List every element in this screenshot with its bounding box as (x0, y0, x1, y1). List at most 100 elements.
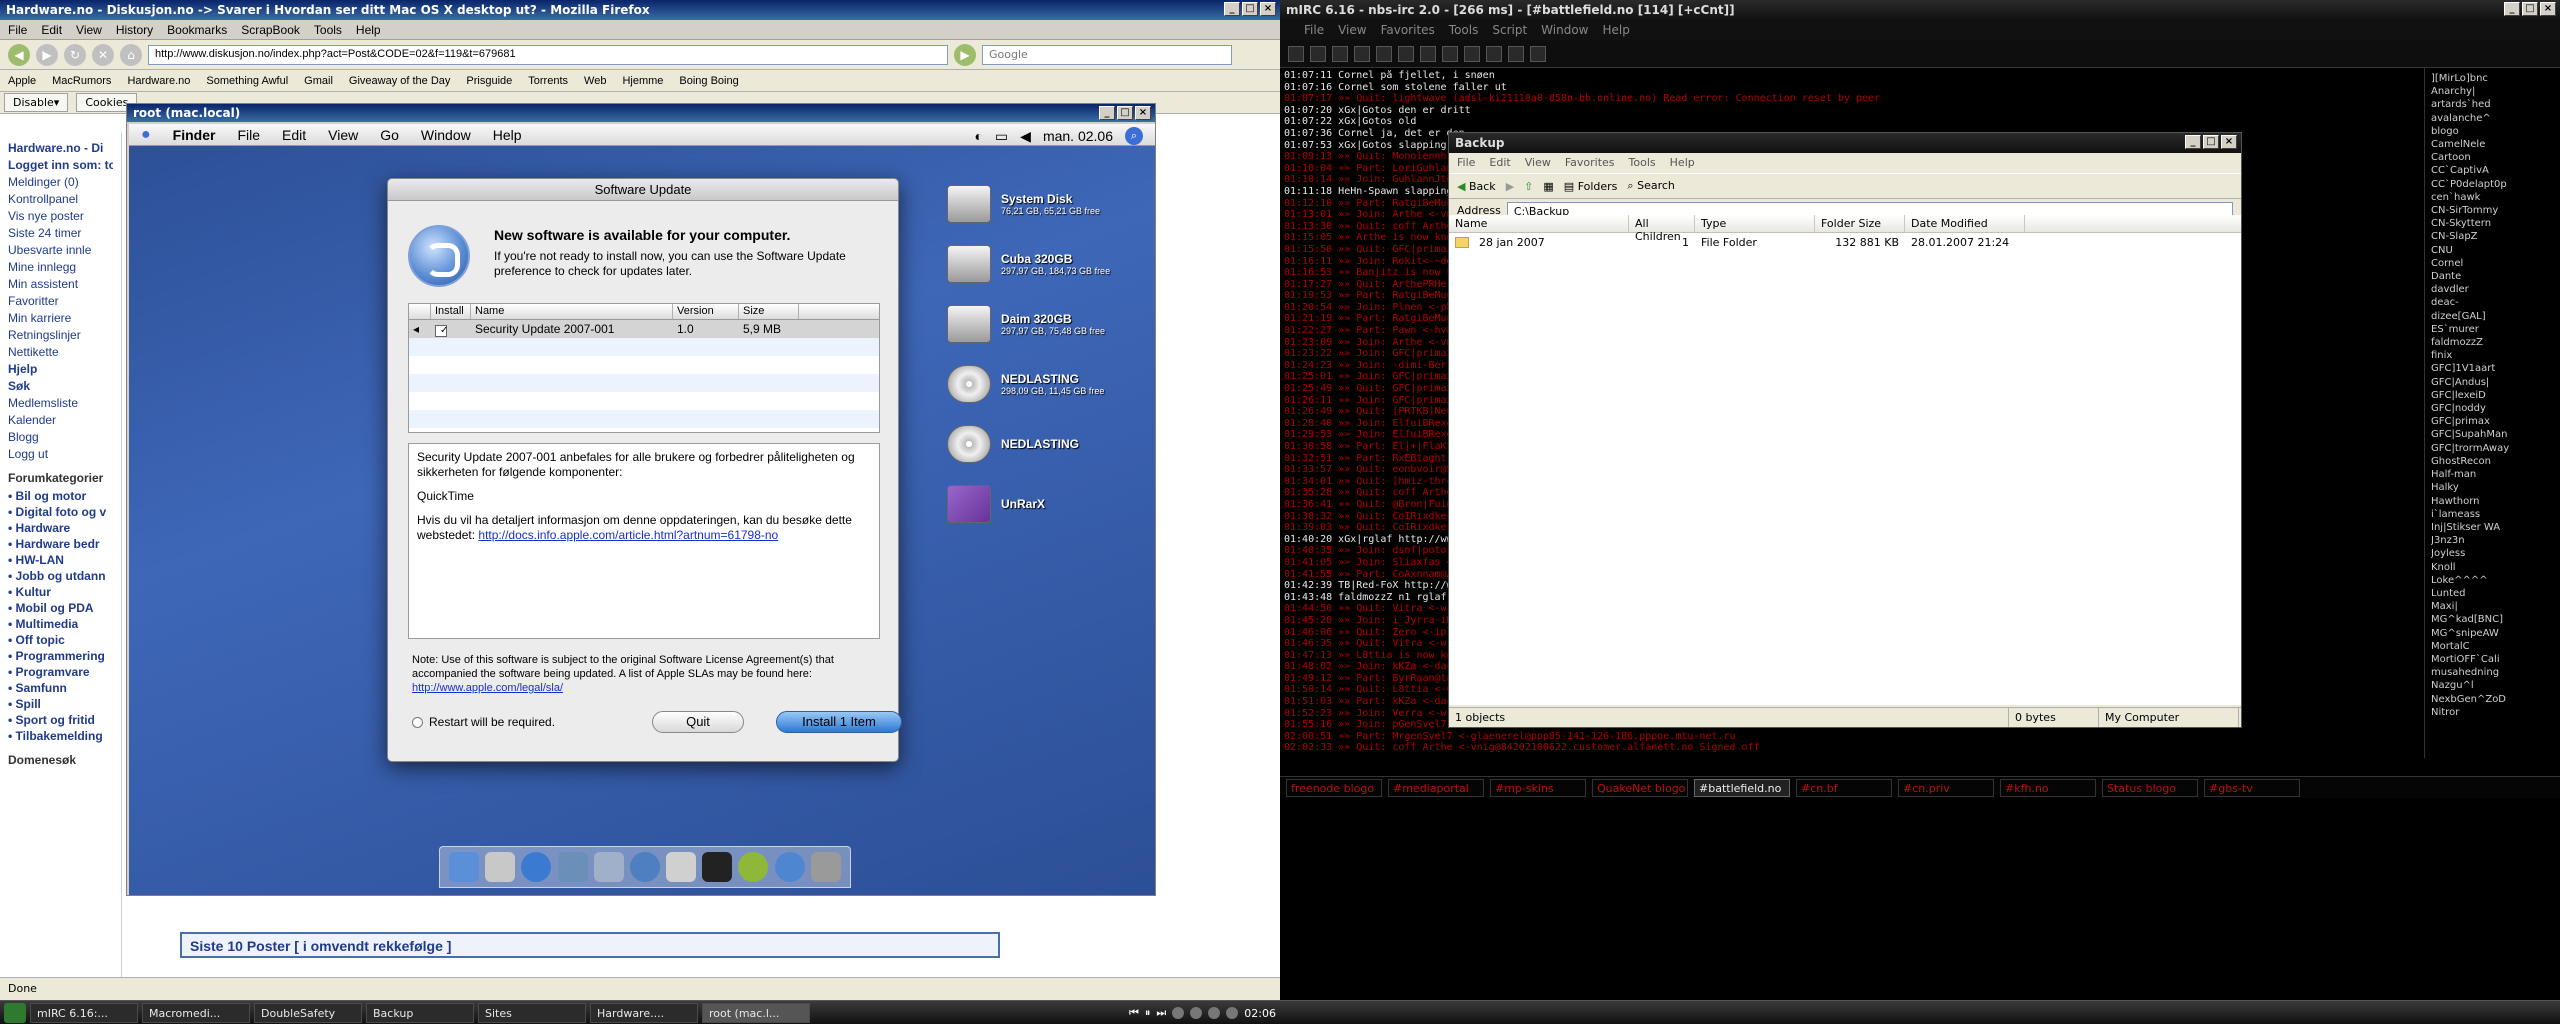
install-checkbox[interactable]: ✓ (435, 324, 448, 337)
start-button[interactable] (4, 1002, 26, 1023)
col-size[interactable]: Size (739, 304, 799, 319)
apple-icon[interactable]: ● (141, 126, 151, 144)
minimize-button[interactable]: _ (2185, 135, 2201, 149)
up-folder-icon[interactable]: ⇧ (1524, 180, 1533, 193)
nick-item[interactable]: Dante (2431, 270, 2554, 283)
search-button[interactable]: ⌕ Search (1627, 179, 1674, 193)
menu-file[interactable]: File (8, 23, 27, 37)
col-type[interactable]: Type (1695, 215, 1815, 232)
tray-icon[interactable] (1190, 1007, 1203, 1019)
menu-help[interactable]: Help (356, 23, 381, 37)
media-prev-icon[interactable]: ⏮ (1129, 1006, 1139, 1020)
vnc-title-bar[interactable]: root (mac.local) _ □ × (127, 104, 1155, 122)
nick-item[interactable]: MG^snipeAW (2431, 627, 2554, 640)
nick-item[interactable]: CC`CaptivA (2431, 164, 2554, 177)
category-item[interactable]: • Jobb og utdann (8, 569, 113, 583)
nick-item[interactable]: musahedning (2431, 666, 2554, 679)
nick-item[interactable]: MortiOFF`Cali (2431, 653, 2554, 666)
switchbar-tab[interactable]: #gbs-tv (2204, 778, 2300, 797)
nick-item[interactable]: CN-SlapZ (2431, 230, 2554, 243)
nick-item[interactable]: faldmozzZ (2431, 336, 2554, 349)
nick-item[interactable]: Anarchy| (2431, 85, 2554, 98)
menu-view[interactable]: View (1338, 23, 1366, 37)
nick-item[interactable]: Hawthorn (2431, 495, 2554, 508)
connect-icon[interactable] (1288, 45, 1304, 62)
menu-tools[interactable]: Tools (1629, 156, 1656, 170)
link-new-posts[interactable]: Vis nye poster (8, 209, 113, 223)
switchbar-tab[interactable]: #kfh.no (2000, 778, 2096, 797)
nick-item[interactable]: Half-man (2431, 468, 2554, 481)
taskbar-button[interactable]: Hardware.... (590, 1002, 698, 1023)
nick-item[interactable]: CamelNele (2431, 138, 2554, 151)
itunes-icon[interactable] (593, 852, 624, 882)
close-button[interactable]: × (2221, 135, 2237, 149)
dashboard-icon[interactable] (485, 852, 516, 882)
taskbar-button[interactable]: Macromedi... (142, 1002, 250, 1023)
nick-item[interactable]: CN-Skyttern (2431, 217, 2554, 230)
trash-icon[interactable] (810, 852, 841, 882)
nick-item[interactable]: NexbGen^ZoD (2431, 693, 2554, 706)
col-install[interactable]: Install (431, 304, 471, 319)
minimize-button[interactable]: _ (1224, 2, 1240, 16)
bookmark-prisguide[interactable]: Prisguide (466, 75, 512, 87)
nick-item[interactable]: Nitror (2431, 706, 2554, 719)
nick-item[interactable]: davdler (2431, 283, 2554, 296)
folders-button[interactable]: ▤ Folders (1564, 180, 1618, 193)
mirc-title-bar[interactable]: mIRC 6.16 - nbs-irc 2.0 - [266 ms] - [#b… (1280, 0, 2560, 20)
nick-item[interactable]: Maxi| (2431, 600, 2554, 613)
category-item[interactable]: • Digital foto og v (8, 505, 113, 519)
nick-item[interactable]: Inj|Stikser WA (2431, 521, 2554, 534)
reload-icon[interactable]: ↻ (64, 43, 86, 66)
about-icon[interactable] (1530, 45, 1546, 62)
link-favorites[interactable]: Favoritter (8, 294, 113, 308)
category-item[interactable]: • Spill (8, 697, 113, 711)
category-item[interactable]: • Off topic (8, 633, 113, 647)
link-last-24h[interactable]: Siste 24 timer (8, 226, 113, 240)
link-control-panel[interactable]: Kontrollpanel (8, 192, 113, 206)
nick-item[interactable]: dizee[GAL] (2431, 310, 2554, 323)
switchbar-tab[interactable]: #cn.bf (1796, 778, 1892, 797)
bookmark-web[interactable]: Web (584, 75, 606, 87)
menu-edit[interactable]: Edit (41, 23, 62, 37)
taskbar-button[interactable]: root (mac.l... (702, 1002, 810, 1023)
nick-item[interactable]: Knoll (2431, 561, 2554, 574)
nick-item[interactable]: Cornel (2431, 257, 2554, 270)
category-item[interactable]: • Sport og fritid (8, 713, 113, 727)
quit-button[interactable]: Quit (652, 711, 744, 733)
software-update-dock-icon[interactable] (774, 852, 805, 882)
channels-icon[interactable] (1354, 45, 1370, 62)
menu-view[interactable]: View (328, 127, 358, 143)
link-netiquette[interactable]: Nettikette (8, 345, 113, 359)
bookmark-hardware[interactable]: Hardware.no (127, 75, 190, 87)
menu-tools[interactable]: Tools (314, 23, 342, 37)
utility-icon[interactable] (666, 852, 697, 882)
menu-scrapbook[interactable]: ScrapBook (241, 23, 300, 37)
switchbar-tab[interactable]: #battlefield.no (1694, 778, 1790, 797)
nick-item[interactable]: Loke^^^^ (2431, 574, 2554, 587)
mail-icon[interactable] (557, 852, 588, 882)
nick-item[interactable]: i`lameass (2431, 508, 2554, 521)
category-item[interactable]: • Bil og motor (8, 489, 113, 503)
bookmark-torrents[interactable]: Torrents (528, 75, 568, 87)
category-item[interactable]: • Hardware (8, 521, 113, 535)
taskbar-button[interactable]: mIRC 6.16:... (30, 1002, 138, 1023)
sync-icon[interactable]: ◐ (974, 128, 982, 144)
switchbar-tab[interactable]: #mp-skins (1490, 778, 1586, 797)
menu-history[interactable]: History (116, 23, 153, 37)
app-icon[interactable] (738, 852, 769, 882)
volume-nedlasting-2[interactable]: NEDLASTING (947, 414, 1147, 474)
stop-icon[interactable]: ✕ (92, 43, 114, 66)
notify-icon[interactable] (1442, 45, 1458, 62)
safari-icon[interactable] (521, 852, 552, 882)
menu-finder[interactable]: Finder (173, 127, 216, 143)
col-date-modified[interactable]: Date Modified (1905, 215, 2025, 232)
menu-help[interactable]: Help (1603, 23, 1630, 37)
link-search[interactable]: Søk (8, 379, 113, 393)
col-name[interactable]: Name (471, 304, 673, 319)
link-messages[interactable]: Meldinger (0) (8, 175, 113, 189)
menu-window[interactable]: Window (1541, 23, 1588, 37)
display-icon[interactable]: ▭ (995, 128, 1008, 145)
tile-icon[interactable] (1486, 45, 1502, 62)
nick-item[interactable]: Joyless (2431, 547, 2554, 560)
link-logout[interactable]: Logg ut (8, 447, 113, 461)
